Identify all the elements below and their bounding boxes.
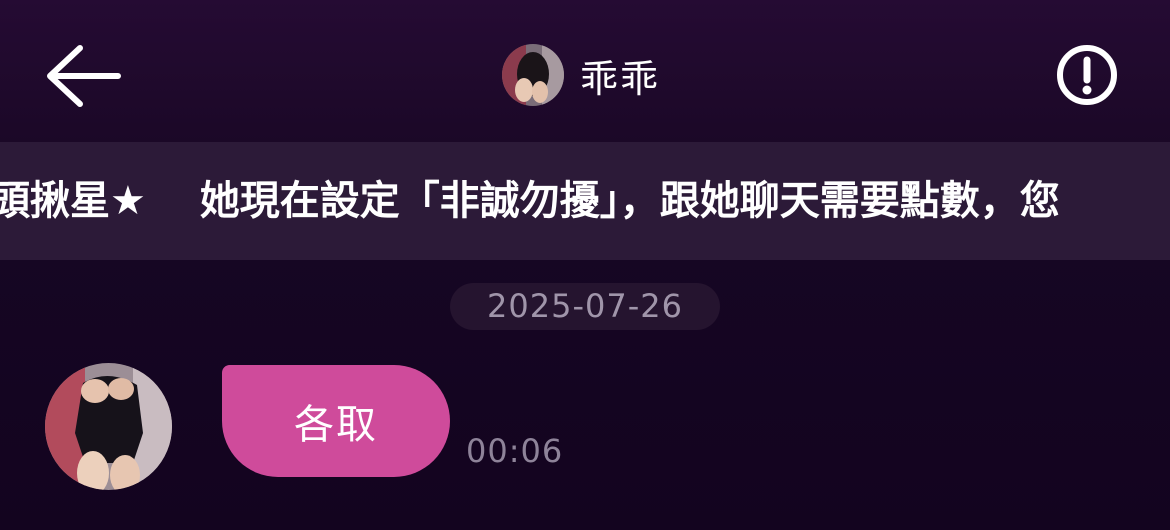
info-button[interactable] — [1052, 40, 1122, 110]
sender-avatar[interactable] — [45, 363, 172, 490]
announcement-text: 頭揪星★ 她現在設定「非誠勿擾」，跟她聊天需要點數，您 — [0, 178, 1060, 224]
header-avatar[interactable] — [502, 44, 564, 106]
message-text: 各取 — [294, 402, 378, 448]
message-bubble[interactable]: 各取 — [222, 365, 450, 477]
message-timestamp: 00:06 — [466, 432, 564, 470]
date-divider: 2025-07-26 — [450, 283, 720, 330]
exclamation-circle-icon — [1057, 45, 1117, 105]
back-button[interactable] — [40, 36, 130, 116]
announcement-bar: 頭揪星★ 她現在設定「非誠勿擾」，跟她聊天需要點數，您 — [0, 142, 1170, 260]
chat-title: 乖乖 — [580, 56, 661, 101]
chat-header: 乖乖 — [0, 0, 1170, 142]
arrow-left-icon — [47, 45, 121, 107]
chat-title-group: 乖乖 — [502, 42, 660, 108]
